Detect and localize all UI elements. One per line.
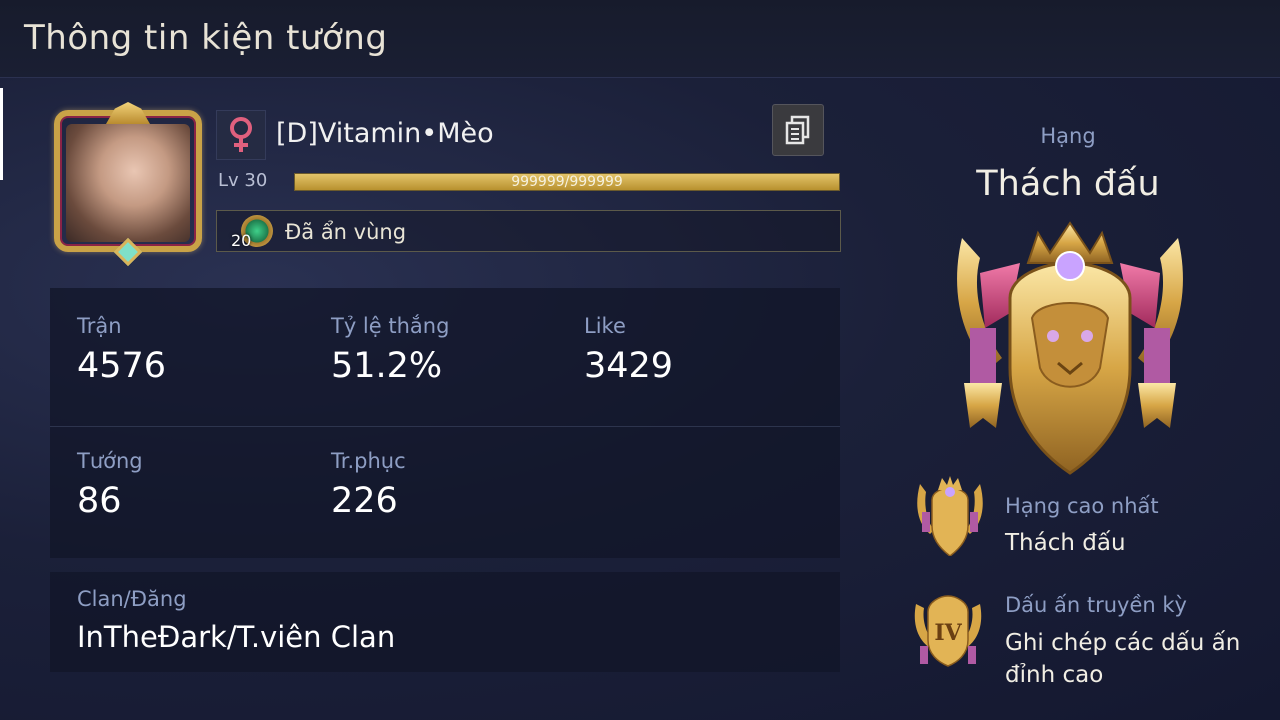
stat-winrate-label: Tỷ lệ thắng [331,314,450,338]
level-label: Lv 30 [218,170,268,191]
stat-heroes-value: 86 [77,481,122,521]
region-badge-number: 20 [231,231,252,250]
avatar-frame-ring [54,110,202,252]
clan-label: Clan/Đăng [77,587,187,611]
stat-matches-label: Trận [77,314,122,338]
page-title: Thông tin kiện tướng [24,18,388,58]
clan-panel[interactable]: Clan/Đăng InTheĐark/T.viên Clan [50,572,840,672]
xp-progress-text: 999999/999999 [511,174,623,190]
crown-ornament-icon [106,102,150,124]
challenger-rank-emblem-icon[interactable] [950,218,1190,478]
rank-label: Hạng [1040,124,1096,148]
stat-like-label: Like [584,314,626,338]
header-bar: Thông tin kiện tướng [0,0,1280,78]
legend-mark-value-line2: đỉnh cao [1005,662,1104,688]
legend-mark-label: Dấu ấn truyền kỳ [1005,593,1187,617]
stat-skins[interactable]: Tr.phục 226 [331,449,406,521]
stat-heroes[interactable]: Tướng 86 [77,449,143,521]
legend-mark-value-line1: Ghi chép các dấu ấn [1005,630,1241,656]
highest-rank-emblem-icon [917,476,983,556]
stat-matches-value: 4576 [77,346,167,386]
region-status-text: Đã ẩn vùng [285,220,407,244]
highest-rank-label: Hạng cao nhất [1005,494,1159,518]
highest-rank-value: Thách đấu [1005,530,1126,556]
stat-winrate: Tỷ lệ thắng 51.2% [331,314,449,386]
xp-progress-bar: 999999/999999 [294,173,840,191]
copy-icon [785,115,810,145]
stats-panel: Trận 4576 Tỷ lệ thắng 51.2% Like 3429 Tư… [50,288,840,558]
stat-like: Like 3429 [584,314,673,386]
stat-heroes-label: Tướng [77,449,143,473]
copy-button[interactable] [772,104,824,156]
stat-skins-value: 226 [331,481,398,521]
clan-value: InTheĐark/T.viên Clan [77,620,396,654]
left-edge-indicator [0,88,3,180]
avatar[interactable] [50,102,206,267]
gender-badge [216,110,266,160]
player-name: [D]Vitamin•Mèo [276,118,494,149]
female-icon [230,117,252,152]
stats-divider [50,426,840,427]
legend-badge-text: IV [934,620,962,646]
stat-matches: Trận 4576 [77,314,166,386]
stat-winrate-value: 51.2% [331,346,443,386]
rank-name: Thách đấu [976,164,1160,204]
legend-mark-emblem-icon[interactable]: IV [912,590,984,670]
stat-like-value: 3429 [584,346,674,386]
region-status-box[interactable]: 20 Đã ẩn vùng [216,210,841,252]
stat-skins-label: Tr.phục [331,449,406,473]
